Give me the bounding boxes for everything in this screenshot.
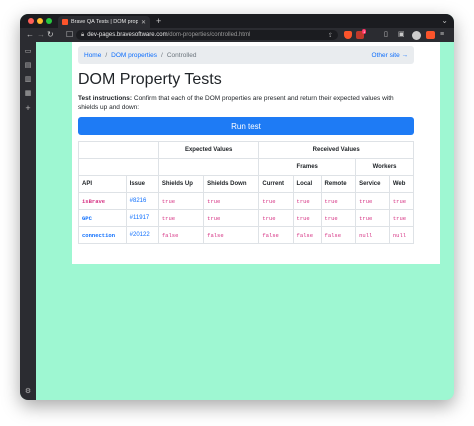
vpn-icon[interactable]: [426, 31, 435, 39]
url-path: /dom-properties/controlled.html: [167, 32, 251, 38]
column-header-api: API: [78, 175, 127, 193]
breadcrumb-separator: /: [105, 51, 108, 59]
sidebar-reading-list-icon[interactable]: ▤: [24, 62, 32, 70]
browser-sidebar: ▭ ▤ ▥ ▦ + ⚙: [20, 42, 36, 400]
table-row: GPC #11917 true true true true true true…: [78, 209, 415, 227]
breadcrumb: Home / DOM properties / Controlled Other…: [78, 46, 414, 64]
received-values-header: Received Values: [258, 141, 414, 159]
issue-link[interactable]: #8216: [125, 192, 159, 210]
value-cell: true: [320, 209, 357, 227]
breadcrumb-current: Controlled: [166, 51, 197, 59]
value-cell: true: [157, 209, 205, 227]
table-column-row: API Issue Shields Up Shields Down Curren…: [78, 175, 415, 193]
table-header-row: Frames Workers: [78, 158, 414, 176]
tab-title: Brave QA Tests | DOM properti...: [71, 19, 138, 25]
lock-icon: 🔒︎: [81, 31, 85, 38]
value-cell: true: [258, 209, 294, 227]
profile-icon[interactable]: [412, 31, 421, 40]
column-header-shields-up: Shields Up: [157, 175, 205, 193]
breadcrumb-home-link[interactable]: Home: [84, 52, 101, 59]
value-cell: false: [157, 226, 205, 244]
table-row: connection #20122 false false false fals…: [78, 226, 415, 244]
expected-values-header: Expected Values: [157, 141, 260, 159]
forward-icon[interactable]: →: [37, 30, 45, 40]
table-row: isBrave #8216 true true true true true t…: [78, 192, 415, 210]
sidebar-chat-icon[interactable]: ▭: [24, 48, 32, 56]
column-header-remote: Remote: [320, 175, 357, 193]
value-cell: true: [258, 192, 294, 210]
api-cell: isBrave: [78, 192, 127, 210]
run-test-button[interactable]: Run test: [78, 117, 414, 135]
column-header-shields-down: Shields Down: [203, 175, 260, 193]
wallet-icon[interactable]: ▣: [398, 30, 405, 40]
api-cell: GPC: [78, 209, 127, 227]
value-cell: false: [320, 226, 357, 244]
breadcrumb-dom-properties-link[interactable]: DOM properties: [111, 52, 157, 59]
column-header-local: Local: [292, 175, 322, 193]
minimize-window-button[interactable]: [37, 18, 43, 24]
value-cell: true: [292, 192, 322, 210]
workers-header: Workers: [355, 158, 414, 176]
table-header-row: Expected Values Received Values: [78, 141, 414, 159]
page-title: DOM Property Tests: [78, 71, 222, 88]
new-tab-icon[interactable]: +: [156, 16, 161, 26]
column-header-current: Current: [258, 175, 294, 193]
value-cell: false: [292, 226, 322, 244]
maximize-window-button[interactable]: [46, 18, 52, 24]
api-cell: connection: [78, 226, 127, 244]
results-table: Expected Values Received Values Frames W…: [78, 141, 415, 244]
value-cell: false: [203, 226, 260, 244]
issue-link[interactable]: #11917: [125, 209, 159, 227]
other-site-link[interactable]: Other site →: [372, 52, 408, 59]
column-header-web: Web: [388, 175, 415, 193]
frames-header: Frames: [258, 158, 357, 176]
value-cell: false: [258, 226, 294, 244]
value-cell: true: [355, 209, 390, 227]
value-cell: true: [320, 192, 357, 210]
address-bar[interactable]: 🔒︎ dev-pages.bravesoftware.com /dom-prop…: [76, 30, 338, 40]
value-cell: null: [388, 226, 415, 244]
value-cell: true: [157, 192, 205, 210]
sidebar-add-icon[interactable]: +: [24, 104, 32, 113]
tab-close-icon[interactable]: ✕: [141, 19, 146, 26]
reload-icon[interactable]: ↻: [47, 30, 54, 40]
empty-header: [78, 158, 159, 176]
tab-strip: Brave QA Tests | DOM properti... ✕ + ⌄: [20, 14, 454, 28]
close-window-button[interactable]: [28, 18, 34, 24]
sidebar-bookmarks-icon[interactable]: ▥: [24, 76, 32, 84]
sidebar-toggle-icon[interactable]: ▯: [384, 30, 388, 40]
value-cell: true: [203, 192, 260, 210]
test-instructions: Test instructions: Confirm that each of …: [78, 94, 414, 112]
value-cell: true: [292, 209, 322, 227]
column-header-service: Service: [355, 175, 390, 193]
brave-favicon-icon: [62, 19, 68, 25]
breadcrumb-separator: /: [161, 51, 163, 59]
column-header-issue: Issue: [125, 175, 159, 193]
value-cell: true: [388, 209, 415, 227]
toolbar: ← → ↻ ☐ 🔒︎ dev-pages.bravesoftware.com /…: [20, 28, 454, 42]
instructions-label: Test instructions:: [78, 95, 133, 102]
value-cell: null: [355, 226, 390, 244]
back-icon[interactable]: ←: [26, 30, 34, 40]
empty-header: [157, 158, 260, 176]
value-cell: true: [203, 209, 260, 227]
url-domain: dev-pages.bravesoftware.com: [87, 32, 168, 38]
value-cell: true: [355, 192, 390, 210]
brave-shields-icon[interactable]: [344, 31, 352, 39]
browser-window: Brave QA Tests | DOM properti... ✕ + ⌄ ←…: [20, 14, 454, 400]
share-icon[interactable]: ⇪: [328, 32, 333, 39]
sidebar-history-icon[interactable]: ▦: [24, 90, 32, 98]
sidebar-settings-gear-icon[interactable]: ⚙: [24, 388, 32, 396]
value-cell: true: [388, 192, 415, 210]
page-content: Home / DOM properties / Controlled Other…: [72, 42, 440, 264]
chevron-down-icon[interactable]: ⌄: [441, 16, 448, 25]
tab-active[interactable]: Brave QA Tests | DOM properti... ✕: [58, 16, 150, 28]
rewards-badge: 1: [362, 29, 367, 34]
menu-icon[interactable]: ≡: [440, 30, 444, 40]
bookmark-icon[interactable]: ☐: [66, 30, 73, 40]
issue-link[interactable]: #20122: [125, 226, 159, 244]
empty-header: [78, 141, 159, 159]
